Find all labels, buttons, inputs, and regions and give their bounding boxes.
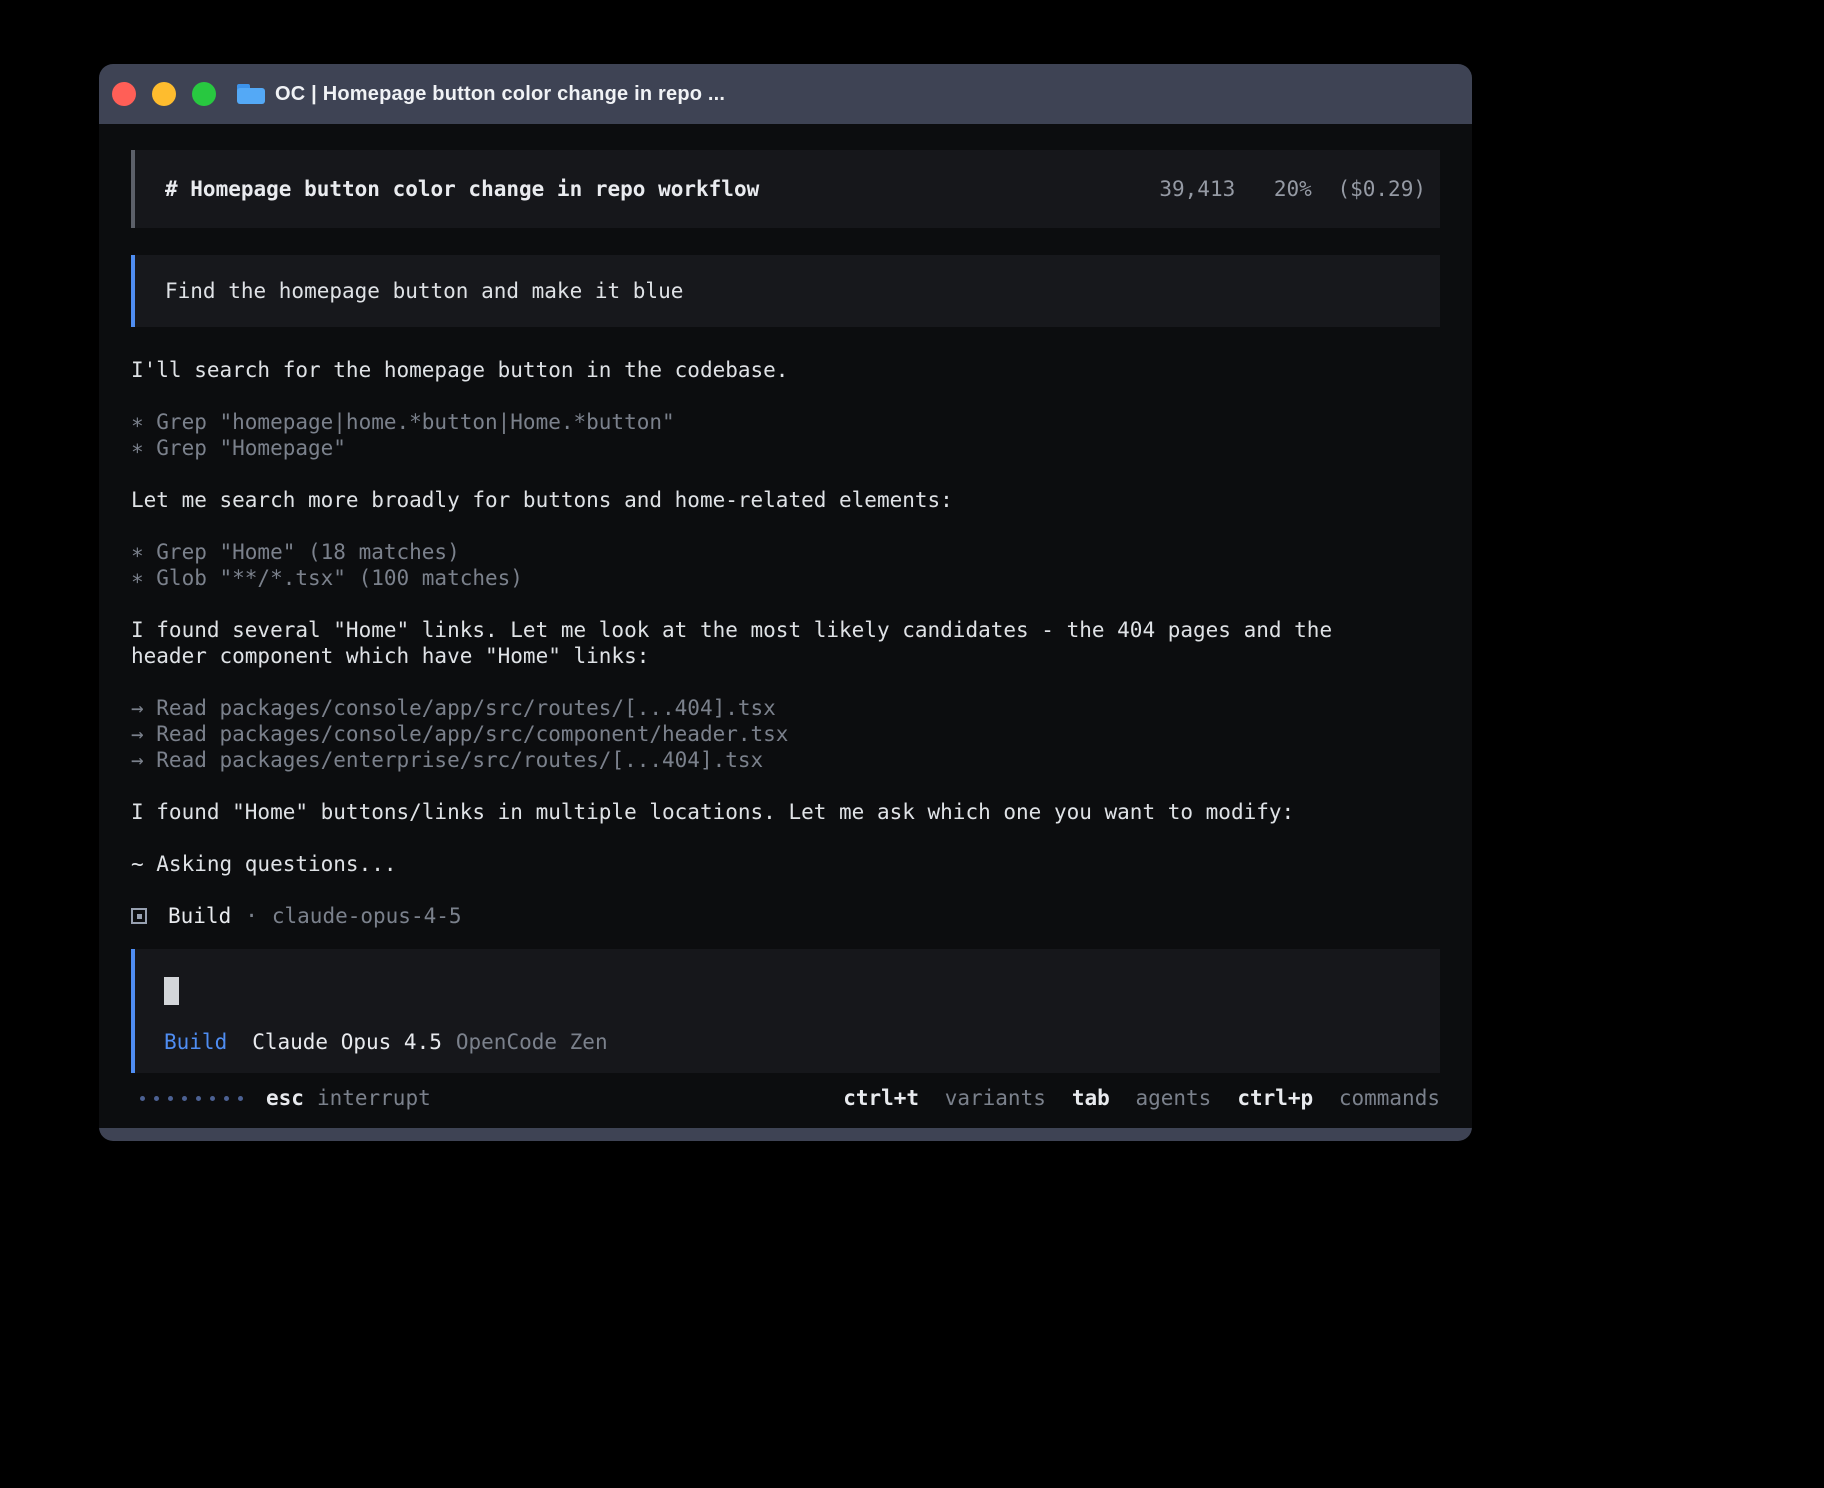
transcript-line: ∗ Grep "homepage|home.*button|Home.*butt… <box>131 409 1440 435</box>
user-message: Find the homepage button and make it blu… <box>131 255 1440 327</box>
transcript-line <box>131 383 1440 409</box>
token-count: 39,413 <box>1159 177 1235 201</box>
transcript-line: → Read packages/enterprise/src/routes/[.… <box>131 747 1440 773</box>
transcript-line: → Read packages/console/app/src/componen… <box>131 721 1440 747</box>
agent-model: claude-opus-4-5 <box>272 903 462 929</box>
agent-separator: · <box>245 903 258 929</box>
esc-key-label: interrupt <box>317 1085 431 1111</box>
transcript: I'll search for the homepage button in t… <box>131 357 1440 877</box>
transcript-line <box>131 669 1440 695</box>
user-message-text: Find the homepage button and make it blu… <box>165 279 683 303</box>
shortcut-label: commands <box>1339 1086 1440 1110</box>
transcript-line: ~ Asking questions... <box>131 851 1440 877</box>
shortcut-key: tab <box>1072 1086 1110 1110</box>
transcript-line: ∗ Grep "Homepage" <box>131 435 1440 461</box>
status-left: esc interrupt <box>131 1085 431 1111</box>
text-cursor <box>164 977 179 1005</box>
shortcut-label: variants <box>945 1086 1046 1110</box>
esc-key-hint: esc <box>266 1085 304 1111</box>
session-header: # Homepage button color change in repo w… <box>131 150 1440 228</box>
terminal-content: # Homepage button color change in repo w… <box>99 124 1472 1128</box>
traffic-lights <box>112 82 216 106</box>
transcript-line: → Read packages/console/app/src/routes/[… <box>131 695 1440 721</box>
shortcut-key: ctrl+p <box>1237 1086 1313 1110</box>
agent-status: Build · claude-opus-4-5 <box>131 903 1440 929</box>
session-title: # Homepage button color change in repo w… <box>165 176 759 202</box>
agent-name: Build <box>168 903 231 929</box>
transcript-line <box>131 461 1440 487</box>
transcript-line: I'll search for the homepage button in t… <box>131 357 1440 383</box>
composer-agent: Build <box>164 1029 227 1055</box>
session-cost: ($0.29) <box>1337 177 1426 201</box>
transcript-line: ∗ Grep "Home" (18 matches) <box>131 539 1440 565</box>
status-bar: esc interrupt ctrl+t variants tab agents… <box>131 1085 1440 1111</box>
transcript-line: I found several "Home" links. Let me loo… <box>131 617 1440 643</box>
fullscreen-button[interactable] <box>192 82 216 106</box>
shortcut-variants: ctrl+t variants <box>843 1085 1046 1111</box>
spinner-dots-icon <box>140 1096 243 1101</box>
shortcut-label: agents <box>1135 1086 1211 1110</box>
context-percent: 20% <box>1274 177 1312 201</box>
agent-square-icon <box>131 908 147 924</box>
transcript-line: ∗ Glob "**/*.tsx" (100 matches) <box>131 565 1440 591</box>
composer-provider: OpenCode Zen <box>456 1029 608 1055</box>
shortcut-key: ctrl+t <box>843 1086 919 1110</box>
status-right: ctrl+t variants tab agents ctrl+p comman… <box>843 1085 1440 1111</box>
minimize-button[interactable] <box>152 82 176 106</box>
shortcut-commands: ctrl+p commands <box>1237 1085 1440 1111</box>
shortcut-agents: tab agents <box>1072 1085 1211 1111</box>
transcript-line: header component which have "Home" links… <box>131 643 1440 669</box>
transcript-line <box>131 591 1440 617</box>
composer-model: Claude Opus 4.5 <box>252 1029 442 1055</box>
session-stats: 39,413 20% ($0.29) <box>1159 176 1426 202</box>
close-button[interactable] <box>112 82 136 106</box>
transcript-line <box>131 513 1440 539</box>
terminal-window: OC | Homepage button color change in rep… <box>99 64 1472 1141</box>
folder-icon <box>237 83 265 105</box>
transcript-line: Let me search more broadly for buttons a… <box>131 487 1440 513</box>
transcript-line: I found "Home" buttons/links in multiple… <box>131 799 1440 825</box>
transcript-line <box>131 825 1440 851</box>
window-title: OC | Homepage button color change in rep… <box>275 83 725 106</box>
composer-footer: Build Claude Opus 4.5 OpenCode Zen <box>164 1029 1411 1055</box>
window-titlebar[interactable]: OC | Homepage button color change in rep… <box>99 64 1472 124</box>
prompt-input[interactable]: Build Claude Opus 4.5 OpenCode Zen <box>131 949 1440 1073</box>
transcript-line <box>131 773 1440 799</box>
